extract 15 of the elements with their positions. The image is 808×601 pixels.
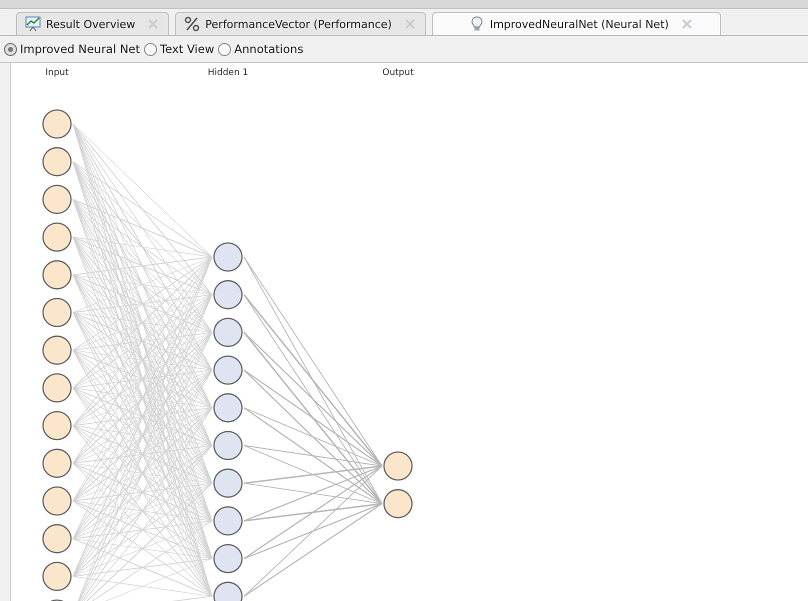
radio-circle[interactable] <box>218 42 232 56</box>
view-radio-button[interactable]: Annotations <box>218 42 304 56</box>
tab[interactable]: ImprovedNeuralNet (Neural Net) <box>432 12 721 35</box>
tab[interactable]: Result Overview <box>16 12 170 35</box>
lightbulb-icon <box>468 16 485 32</box>
layer-label: Output <box>382 68 414 78</box>
tab[interactable]: PerformanceVector (Performance) <box>175 12 426 35</box>
radio-circle[interactable] <box>144 42 158 56</box>
view-radio-button[interactable]: Improved Neural Net <box>4 42 140 56</box>
radio-circle[interactable] <box>4 42 17 56</box>
view-radio-button[interactable]: Text View <box>144 42 214 56</box>
layer-label: Input <box>45 68 69 78</box>
layer-label: Hidden 1 <box>208 68 248 78</box>
percent-icon <box>184 16 200 32</box>
chart-icon <box>25 16 41 32</box>
